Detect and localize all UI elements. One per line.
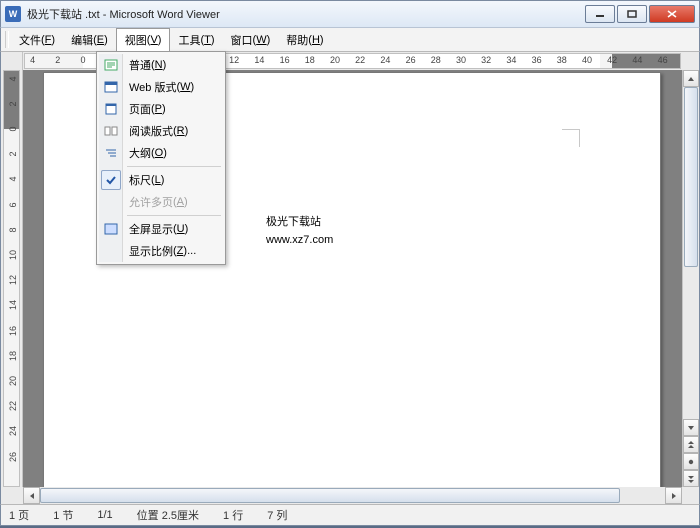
scroll-corner xyxy=(682,487,699,504)
status-page: 1 页 xyxy=(9,507,29,523)
menu-item-reading-layout[interactable]: 阅读版式(R) xyxy=(99,120,223,142)
menu-separator-1 xyxy=(127,166,221,167)
window-title: 极光下载站 .txt - Microsoft Word Viewer xyxy=(27,6,583,22)
web-layout-icon xyxy=(103,79,119,95)
scroll-left-button[interactable] xyxy=(23,487,40,504)
check-icon xyxy=(101,170,121,190)
scroll-v-thumb[interactable] xyxy=(684,87,698,267)
status-position: 位置 2.5厘米 xyxy=(137,507,199,523)
scroll-up-button[interactable] xyxy=(683,70,699,87)
titlebar: W 极光下载站 .txt - Microsoft Word Viewer xyxy=(0,0,700,28)
browse-object-button[interactable] xyxy=(683,453,699,470)
menu-separator-2 xyxy=(127,215,221,216)
doc-line-2: www.xz7.com xyxy=(266,231,333,249)
menu-item-zoom[interactable]: 显示比例(Z)... xyxy=(99,240,223,262)
status-section: 1 节 xyxy=(53,507,73,523)
doc-line-1: 极光下载站 xyxy=(266,213,333,231)
menu-item-page-layout[interactable]: 页面(P) xyxy=(99,98,223,120)
menu-tools[interactable]: 工具(T) xyxy=(170,28,222,51)
scroll-h-spacer xyxy=(1,487,23,504)
outline-icon xyxy=(103,145,119,161)
close-button[interactable] xyxy=(649,5,695,23)
browse-prev-button[interactable] xyxy=(683,436,699,453)
menu-view[interactable]: 视图(V) xyxy=(116,28,171,51)
menu-file[interactable]: 文件(F) xyxy=(11,28,63,51)
menu-item-allow-multipage: 允许多页(A) xyxy=(99,191,223,213)
browse-next-button[interactable] xyxy=(683,470,699,487)
scrollbar-horizontal-area xyxy=(0,487,700,504)
normal-view-icon xyxy=(103,57,119,73)
ruler-corner xyxy=(1,52,23,70)
status-line: 1 行 xyxy=(223,507,243,523)
scroll-v-nav xyxy=(683,419,699,487)
menu-edit[interactable]: 编辑(E) xyxy=(63,28,116,51)
ruler-vertical[interactable]: 4202468101214161820222426 xyxy=(1,70,23,487)
app-icon: W xyxy=(5,6,21,22)
statusbar: 1 页 1 节 1/1 位置 2.5厘米 1 行 7 列 xyxy=(0,504,700,526)
scroll-h-track[interactable] xyxy=(40,487,665,504)
reading-layout-icon xyxy=(103,123,119,139)
minimize-button[interactable] xyxy=(585,5,615,23)
menubar: 文件(F) 编辑(E) 视图(V) 工具(T) 窗口(W) 帮助(H) xyxy=(0,28,700,52)
maximize-button[interactable] xyxy=(617,5,647,23)
scrollbar-vertical[interactable] xyxy=(682,70,699,487)
menubar-grip[interactable] xyxy=(5,31,9,48)
margin-marker-tr xyxy=(562,129,580,147)
scroll-down-button[interactable] xyxy=(683,419,699,436)
menu-window[interactable]: 窗口(W) xyxy=(223,28,279,51)
document-body-text: 极光下载站 www.xz7.com xyxy=(266,213,333,249)
menu-item-ruler[interactable]: 标尺(L) xyxy=(99,169,223,191)
menu-item-fullscreen[interactable]: 全屏显示(U) xyxy=(99,218,223,240)
scroll-h-thumb[interactable] xyxy=(40,488,620,503)
menu-help[interactable]: 帮助(H) xyxy=(278,28,331,51)
page-layout-icon xyxy=(103,101,119,117)
window-controls xyxy=(583,5,695,23)
fullscreen-icon xyxy=(103,221,119,237)
scroll-v-track[interactable] xyxy=(683,87,699,423)
status-column: 7 列 xyxy=(267,507,287,523)
scroll-right-button[interactable] xyxy=(665,487,682,504)
view-menu-dropdown: 普通(N) Web 版式(W) 页面(P) 阅读版式(R) 大纲(O) 标尺(L… xyxy=(96,51,226,265)
menu-item-normal[interactable]: 普通(N) xyxy=(99,54,223,76)
menu-item-web-layout[interactable]: Web 版式(W) xyxy=(99,76,223,98)
menu-item-outline[interactable]: 大纲(O) xyxy=(99,142,223,164)
